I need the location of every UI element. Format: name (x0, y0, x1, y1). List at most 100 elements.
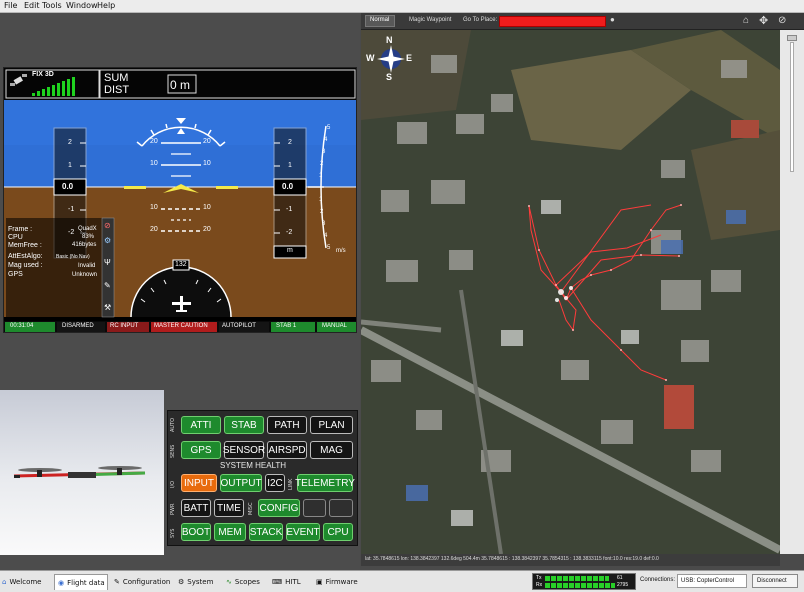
menu-edit[interactable]: Edit (24, 1, 40, 10)
tab-welcome[interactable]: ⌂ Welcome (2, 574, 52, 590)
menu-file[interactable]: File (4, 1, 17, 10)
health-mem[interactable]: MEM (214, 523, 246, 541)
altitude-readout: 0.0 (282, 182, 294, 191)
tab-scopes[interactable]: ∿ Scopes (226, 574, 266, 590)
telemetry-meter: Tx Rx 61 2795 (532, 573, 636, 590)
model-3d-view[interactable] (0, 390, 164, 555)
search-icon[interactable]: ● (610, 15, 615, 24)
health-boot[interactable]: BOOT (181, 523, 211, 541)
status-timer: 00:31:04 (10, 323, 34, 329)
health-row-label: PWR (170, 503, 176, 515)
altitude-unit: m (287, 247, 293, 254)
pitch-label: 20 (150, 226, 158, 233)
speed-tick: -2 (68, 229, 75, 236)
system-health-title: SYSTEM HEALTH (220, 461, 287, 470)
pfd-graphics (4, 68, 356, 332)
vs-tick: 4 (324, 233, 328, 239)
health-time[interactable]: TIME (214, 499, 244, 517)
vs-tick: 2 (320, 161, 324, 167)
pitch-label: 20 (203, 138, 211, 145)
rx-label: Rx (536, 582, 543, 588)
home-icon[interactable]: ⌂ (743, 15, 749, 26)
menu-tools[interactable]: Tools (42, 1, 62, 10)
menu-help[interactable]: Help (97, 1, 115, 10)
health-i2c[interactable]: I2C (265, 474, 285, 492)
pitch-label: 10 (150, 160, 158, 167)
tab-hitl[interactable]: ⌨ HITL (272, 574, 306, 590)
goto-place-label: Go To Place: (463, 17, 498, 23)
health-path[interactable]: PATH (267, 416, 307, 434)
health-sensor[interactable]: SENSOR (223, 441, 265, 459)
status-rc-input: RC INPUT (110, 323, 139, 329)
bottom-tab-bar: ⌂ Welcome ◉ Flight data ✎ Configuration ⚙ Sy… (0, 570, 804, 592)
menu-window[interactable]: Window (66, 1, 98, 10)
quad-model-graphic (13, 466, 146, 478)
health-telemetry[interactable]: TELEMETRY (295, 474, 355, 492)
info-attest-value: Basic (No Nav) (56, 254, 90, 260)
vs-tick: 3 (322, 149, 326, 155)
map-status-bar: lat: 35.7848615 lon: 138.3842397 132.6de… (361, 554, 780, 566)
disconnect-button[interactable]: Disconnect (752, 574, 798, 588)
device-select[interactable]: USB: CopterControl (677, 574, 747, 588)
compass-e: E (406, 53, 413, 63)
health-empty-1[interactable] (303, 499, 326, 517)
info-mag-label: Mag used : (8, 262, 43, 269)
wrench-icon: ⚒ (104, 303, 112, 312)
vs-tick: 1 (319, 173, 323, 179)
compass-n: N (386, 35, 393, 45)
health-event[interactable]: EVENT (286, 523, 320, 541)
tab-firmware[interactable]: ▣ Firmware (316, 574, 362, 590)
tab-normal[interactable]: Normal (365, 15, 395, 27)
info-frame-value: QuadX (78, 226, 97, 232)
map-view[interactable]: N S W E (361, 30, 780, 554)
goto-place-input[interactable] (499, 16, 606, 27)
status-stab: STAB 1 (276, 323, 297, 329)
health-cpu[interactable]: CPU (323, 523, 353, 541)
tab-system[interactable]: ⚙ System (178, 574, 220, 590)
altitude-tick: 1 (288, 162, 292, 169)
rx-bar (545, 583, 615, 588)
health-output[interactable]: OUTPUT (220, 474, 262, 492)
health-gps[interactable]: GPS (181, 441, 221, 459)
status-manual: MANUAL (322, 323, 348, 329)
health-plan[interactable]: PLAN (310, 416, 353, 434)
health-batt[interactable]: BATT (181, 499, 211, 517)
health-input[interactable]: INPUT (181, 474, 217, 492)
tx-bar (545, 576, 609, 581)
compass-s: S (386, 72, 393, 82)
health-config[interactable]: CONFIG (258, 499, 300, 517)
altitude-tick: -1 (286, 206, 293, 213)
map-toolbar: Normal Magic Waypoint Go To Place: ● ⌂ ✥… (361, 13, 804, 30)
zoom-handle[interactable] (787, 35, 797, 41)
pitch-label: 20 (203, 226, 211, 233)
pitch-label: 10 (203, 160, 211, 167)
satellite-map (361, 30, 780, 554)
heading-readout: 132 (175, 261, 187, 268)
distance-value: 0 m (170, 78, 191, 92)
tab-flight-data[interactable]: ◉ Flight data (54, 574, 108, 590)
welcome-icon: ⌂ (2, 578, 7, 586)
move-icon[interactable]: ✥ (759, 14, 768, 27)
map-zoom-slider[interactable] (780, 30, 804, 554)
vs-tick: 2 (320, 209, 324, 215)
system-icon: ⚙ (178, 578, 185, 586)
health-airspd[interactable]: AIRSPD (267, 441, 307, 459)
dist-label: DIST (104, 84, 130, 96)
health-atti[interactable]: ATTI (181, 416, 221, 434)
vs-tick: 5 (327, 125, 331, 131)
health-stab[interactable]: STAB (224, 416, 264, 434)
health-empty-2[interactable] (329, 499, 353, 517)
primary-flight-display: FIX 3D SUM DIST 0 m 20 20 10 10 10 10 20… (3, 67, 357, 333)
info-mag-value: Invalid (78, 263, 96, 269)
compass-w: W (366, 53, 375, 63)
health-row-label: SYS (170, 528, 176, 538)
health-stack[interactable]: STACK (249, 523, 283, 541)
tools-icon: ✎ (104, 281, 111, 290)
tab-magic-waypoint[interactable]: Magic Waypoint (409, 17, 451, 23)
tab-configuration[interactable]: ✎ Configuration (114, 574, 174, 590)
zoom-track[interactable] (790, 42, 794, 172)
map-coordinates: lat: 35.7848615 lon: 138.3842397 132.6de… (365, 556, 659, 562)
status-autopilot: AUTOPILOT (222, 323, 256, 329)
health-mag[interactable]: MAG (310, 441, 353, 459)
compass-toggle-icon[interactable]: ⊘ (778, 15, 786, 26)
